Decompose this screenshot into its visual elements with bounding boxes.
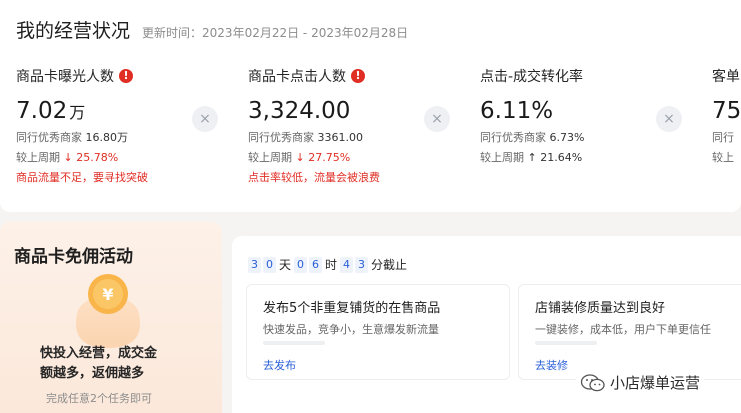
close-icon[interactable]: × <box>656 106 682 132</box>
change-label: 较上周期 <box>16 151 60 164</box>
close-icon[interactable]: × <box>424 106 450 132</box>
change-line: 较上 <box>712 150 741 166</box>
task-desc: 一键装修，成本低，用户下单更信任 <box>535 323 711 336</box>
task-card-decorate: 店铺装修质量达到良好 一键装修，成本低，用户下单更信任 去装修 <box>518 284 741 380</box>
promo-text: 快投入经营，成交金 额越多，返佣越多 <box>40 344 190 384</box>
watermark: 小店爆单运营 <box>576 370 705 395</box>
change-label: 较上周期 <box>480 151 524 164</box>
svg-text:¥: ¥ <box>102 285 113 304</box>
change-value: 27.75% <box>308 151 351 164</box>
coin-bag-icon: ¥ <box>76 274 140 348</box>
arrow-down-icon: ↓ <box>63 151 73 164</box>
wechat-icon <box>580 373 605 391</box>
task-desc: 快速发品，竞争小，生意爆发新流量 <box>263 323 439 336</box>
warning-icon[interactable]: ! <box>119 69 133 83</box>
promo-text-line1: 快投入经营，成交金 <box>40 346 158 361</box>
countdown-digit: 0 <box>263 256 276 273</box>
peer-label: 同行 <box>712 131 734 144</box>
peer-value: 16.80万 <box>85 131 129 144</box>
metric-title: 客单 <box>712 66 741 86</box>
warning-icon[interactable]: ! <box>351 69 365 83</box>
peer-value: 3361.00 <box>317 131 364 144</box>
peer-line: 同行优秀商家 16.80万 <box>16 130 236 146</box>
task-progress-bar <box>535 341 597 345</box>
task-title: 店铺装修质量达到良好 <box>535 301 666 316</box>
promo-panel: 商品卡免佣活动 ¥ 快投入经营，成交金 额越多，返佣越多 完成任意2个任务即可 <box>0 222 222 413</box>
arrow-up-icon: ↑ <box>527 151 537 164</box>
alert-text: 点击率较低，流量会被浪费 <box>248 171 380 184</box>
metric-title-text: 客单 <box>712 69 740 85</box>
metric-avg-order: 客单 75 同行 较上 <box>712 66 741 166</box>
peer-label: 同行优秀商家 <box>16 131 82 144</box>
page-title: 我的经营状况 <box>16 20 131 42</box>
countdown-digit: 3 <box>248 256 261 273</box>
close-icon[interactable]: × <box>192 106 218 132</box>
peer-line: 同行 <box>712 130 741 146</box>
peer-line: 同行优秀商家 6.73% <box>480 130 700 146</box>
promo-title: 商品卡免佣活动 <box>14 247 133 267</box>
publish-link[interactable]: 去发布 <box>263 357 296 373</box>
countdown-digit: 4 <box>340 256 354 273</box>
decorate-link[interactable]: 去装修 <box>535 357 568 373</box>
metric-value-unit: 万 <box>69 103 86 122</box>
peer-label: 同行优秀商家 <box>480 131 546 144</box>
promo-text-line2: 额越多，返佣越多 <box>40 366 145 381</box>
watermark-text: 小店爆单运营 <box>610 374 701 392</box>
metric-value-number: 3,324.00 <box>248 98 351 124</box>
peer-value: 6.73% <box>549 131 585 144</box>
change-label: 较上周期 <box>248 151 292 164</box>
change-line: 较上周期 ↓ 25.78% <box>16 150 236 166</box>
change-line: 较上周期 ↓ 27.75% <box>248 150 468 166</box>
metric-value-number: 7.02 <box>16 98 68 124</box>
metric-value-number: 75 <box>712 98 741 124</box>
title-row: 我的经营状况 更新时间： 2023年02月22日 - 2023年02月28日 <box>16 16 408 43</box>
task-progress-bar <box>263 341 325 345</box>
peer-label: 同行优秀商家 <box>248 131 314 144</box>
task-title: 发布5个非重复铺货的在售商品 <box>263 301 441 316</box>
countdown: 3 0 天 0 6 时 4 3 分截止 <box>248 256 410 273</box>
metric-title: 点击-成交转化率 <box>480 66 700 86</box>
change-value: 25.78% <box>76 151 119 164</box>
arrow-down-icon: ↓ <box>295 151 305 164</box>
change-value: 21.64% <box>540 151 583 164</box>
update-time-range: 2023年02月22日 - 2023年02月28日 <box>202 26 409 40</box>
metric-title: 商品卡点击人数 ! <box>248 66 468 86</box>
metric-title-text: 商品卡曝光人数 <box>16 69 114 85</box>
countdown-digit: 6 <box>309 256 323 273</box>
promo-subtext: 完成任意2个任务即可 <box>46 392 152 405</box>
countdown-unit: 天 <box>279 258 292 272</box>
countdown-unit: 分截止 <box>371 258 408 272</box>
metric-title-text: 商品卡点击人数 <box>248 69 346 85</box>
alert-text: 商品流量不足，要寻找突破 <box>16 171 148 184</box>
change-label: 较上 <box>712 151 734 164</box>
metric-value-number: 6.11% <box>480 98 554 124</box>
countdown-digit: 0 <box>294 256 308 273</box>
countdown-digit: 3 <box>355 256 369 273</box>
countdown-unit: 时 <box>325 258 338 272</box>
change-line: 较上周期 ↑ 21.64% <box>480 150 700 166</box>
metric-title: 商品卡曝光人数 ! <box>16 66 236 86</box>
metric-title-text: 点击-成交转化率 <box>480 69 584 85</box>
peer-line: 同行优秀商家 3361.00 <box>248 130 468 146</box>
task-card-publish: 发布5个非重复铺货的在售商品 快速发品，竞争小，生意爆发新流量 去发布 <box>246 284 510 380</box>
business-status-card: 我的经营状况 更新时间： 2023年02月22日 - 2023年02月28日 商… <box>0 0 741 212</box>
metric-value: 75 <box>712 96 741 126</box>
update-time-label: 更新时间： <box>142 26 203 40</box>
